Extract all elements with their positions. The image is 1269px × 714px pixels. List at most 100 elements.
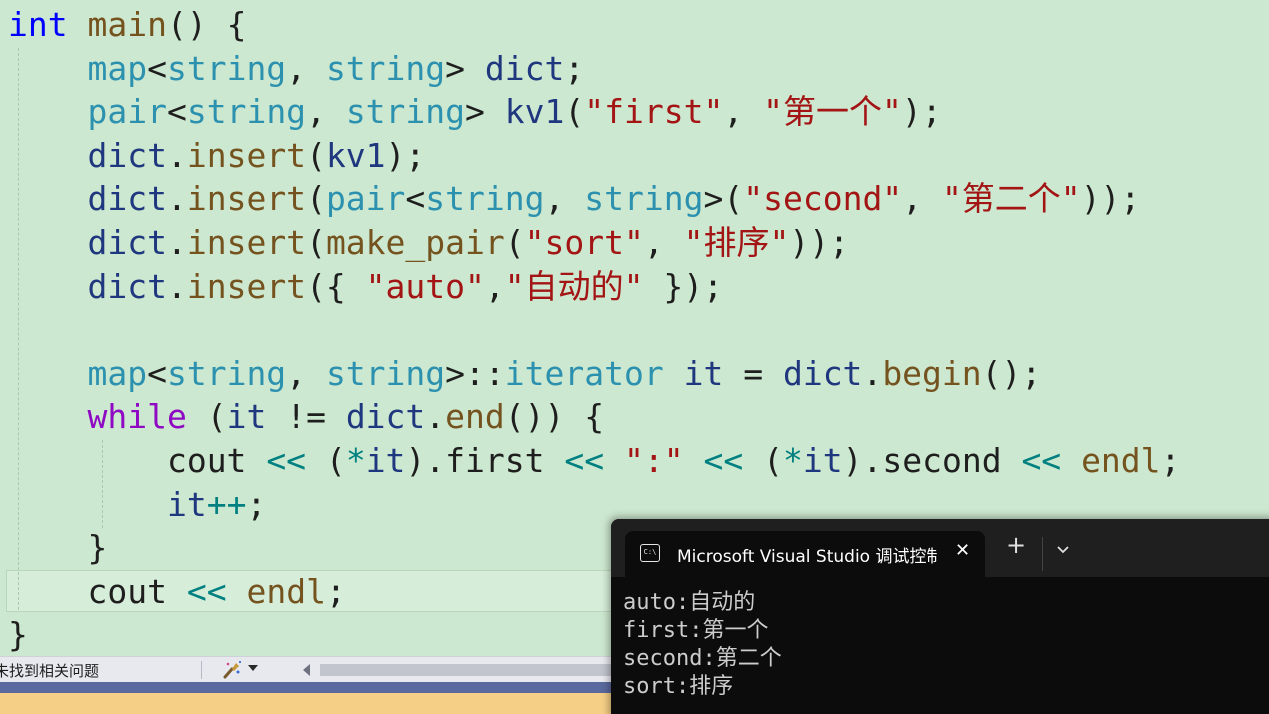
code-token: , bbox=[484, 266, 505, 306]
code-token: ({ bbox=[306, 266, 366, 306]
code-token: make_pair bbox=[325, 223, 505, 262]
code-token: , bbox=[643, 223, 684, 262]
code-token: } bbox=[8, 528, 108, 568]
code-token: dict bbox=[345, 397, 426, 437]
code-token: it bbox=[802, 441, 843, 480]
code-line: } bbox=[8, 613, 28, 656]
issues-status-text[interactable]: 未找到相关问题 bbox=[0, 660, 99, 681]
code-line: map<string, string> dict; bbox=[8, 47, 584, 91]
code-token: "auto" bbox=[365, 266, 485, 306]
code-line: cout << endl; bbox=[8, 570, 346, 614]
code-token: ; bbox=[564, 48, 585, 88]
titlebar-divider bbox=[1042, 537, 1043, 571]
code-token: )); bbox=[789, 223, 849, 262]
code-token: string bbox=[166, 353, 287, 393]
code-token: < bbox=[147, 353, 167, 393]
code-token: ).second bbox=[842, 441, 1022, 480]
code-token: ()) { bbox=[504, 397, 605, 437]
code-token: string bbox=[425, 179, 545, 219]
code-token: , bbox=[902, 179, 942, 219]
code-token: it bbox=[683, 353, 724, 393]
code-token: it bbox=[365, 441, 406, 480]
code-token: ( bbox=[743, 441, 783, 480]
code-token: << bbox=[1021, 441, 1062, 480]
code-token: , bbox=[306, 92, 346, 132]
code-token: kv1 bbox=[325, 135, 386, 175]
code-token: ; bbox=[246, 484, 267, 524]
code-token: dict bbox=[87, 223, 167, 262]
code-line: while (it != dict.end()) { bbox=[8, 395, 604, 439]
debug-status-strip bbox=[0, 693, 620, 714]
code-token: pair bbox=[325, 179, 406, 219]
code-token: , bbox=[286, 353, 326, 393]
code-token: insert bbox=[186, 266, 307, 306]
code-token: "排序" bbox=[683, 223, 790, 262]
code-token: endl bbox=[1081, 441, 1161, 480]
code-token: . bbox=[166, 223, 187, 262]
code-token: << bbox=[266, 441, 307, 480]
code-token: = bbox=[723, 353, 783, 393]
code-line: int main() { bbox=[8, 3, 246, 47]
console-output-line: auto:自动的 bbox=[623, 590, 756, 615]
plus-icon[interactable]: + bbox=[1006, 531, 1026, 559]
console-titlebar: C:\ Microsoft Visual Studio 调试控制台 ✕ + bbox=[611, 519, 1269, 577]
code-token: ":" bbox=[624, 441, 684, 480]
chevron-down-icon[interactable] bbox=[1056, 543, 1070, 557]
code-token: . bbox=[425, 397, 446, 437]
chevron-down-icon[interactable] bbox=[248, 665, 258, 671]
tool-window-strip bbox=[0, 682, 620, 693]
code-token: pair bbox=[87, 92, 167, 132]
code-token: main bbox=[87, 5, 167, 44]
code-token: >( bbox=[703, 179, 744, 219]
code-token: , bbox=[544, 179, 585, 219]
code-token: string bbox=[186, 92, 307, 132]
code-token: insert bbox=[186, 223, 307, 262]
code-token: insert bbox=[186, 179, 307, 219]
code-token: end bbox=[445, 397, 505, 437]
code-token: . bbox=[166, 179, 187, 219]
brush-icon[interactable] bbox=[221, 658, 243, 680]
code-line: dict.insert(make_pair("sort", "排序")); bbox=[8, 221, 849, 265]
code-token: map bbox=[87, 353, 148, 393]
code-token: ( bbox=[306, 441, 346, 480]
code-token: begin bbox=[882, 353, 982, 393]
code-token: "first" bbox=[584, 92, 724, 132]
code-token: ); bbox=[901, 92, 942, 132]
code-token: map bbox=[87, 48, 148, 88]
code-token: != bbox=[266, 397, 346, 437]
code-token: ( bbox=[186, 397, 227, 437]
code-token: it bbox=[166, 484, 207, 524]
code-token: while bbox=[87, 397, 187, 437]
code-token: () { bbox=[166, 5, 247, 44]
code-line: pair<string, string> kv1("first", "第一个")… bbox=[8, 90, 942, 134]
scroll-left-arrow-icon[interactable] bbox=[303, 664, 310, 676]
code-token: ; bbox=[325, 571, 346, 611]
code-token: "sort" bbox=[524, 223, 644, 262]
code-token: << bbox=[186, 571, 227, 611]
code-token: . bbox=[166, 266, 187, 306]
status-divider bbox=[201, 661, 202, 679]
console-tab[interactable]: C:\ Microsoft Visual Studio 调试控制台 ✕ bbox=[625, 531, 985, 577]
close-icon[interactable]: ✕ bbox=[955, 540, 970, 561]
code-token: "second" bbox=[743, 179, 903, 219]
code-token: * bbox=[783, 441, 803, 480]
code-token: "自动的" bbox=[504, 266, 644, 306]
code-token: cout bbox=[166, 441, 247, 480]
terminal-icon: C:\ bbox=[640, 544, 660, 562]
debug-console-window[interactable]: C:\ Microsoft Visual Studio 调试控制台 ✕ + au… bbox=[611, 519, 1269, 714]
code-token: dict bbox=[484, 48, 565, 88]
horizontal-scrollbar[interactable] bbox=[320, 664, 620, 676]
code-token: string bbox=[345, 92, 466, 132]
